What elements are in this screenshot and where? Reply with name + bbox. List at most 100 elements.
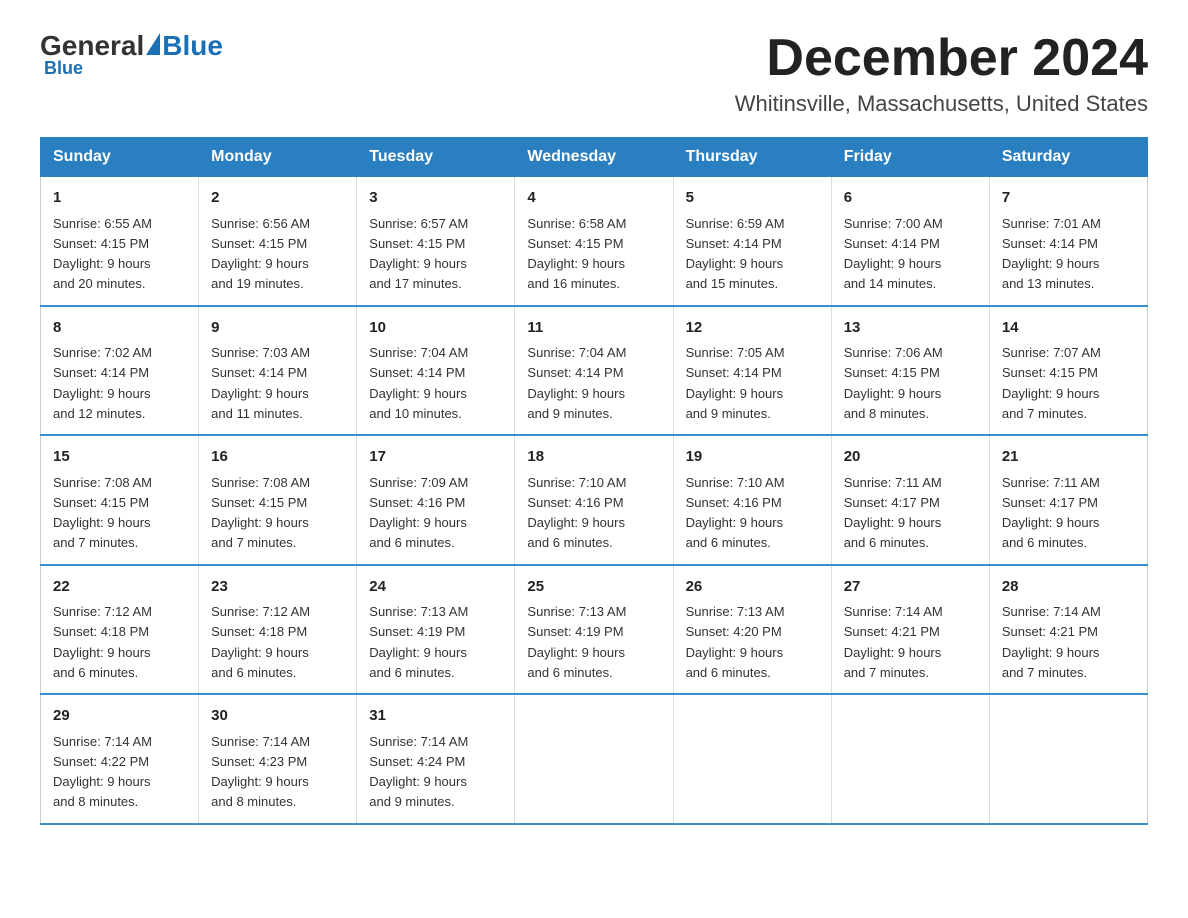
day-number: 14 (1002, 317, 1135, 340)
day-number: 1 (53, 187, 186, 210)
page-header: General Blue Blue December 2024 Whitinsv… (40, 30, 1148, 117)
table-row: 21 Sunrise: 7:11 AMSunset: 4:17 PMDaylig… (989, 435, 1147, 565)
day-number: 5 (686, 187, 819, 210)
day-info: Sunrise: 7:08 AMSunset: 4:15 PMDaylight:… (211, 475, 310, 551)
day-number: 13 (844, 317, 977, 340)
day-info: Sunrise: 6:59 AMSunset: 4:14 PMDaylight:… (686, 216, 785, 292)
logo-subtitle: Blue (44, 58, 83, 79)
day-info: Sunrise: 7:06 AMSunset: 4:15 PMDaylight:… (844, 345, 943, 421)
day-info: Sunrise: 7:11 AMSunset: 4:17 PMDaylight:… (844, 475, 942, 551)
header-sunday: Sunday (41, 138, 199, 177)
logo-triangle-icon (146, 33, 160, 55)
day-number: 16 (211, 446, 344, 469)
table-row (515, 694, 673, 824)
day-info: Sunrise: 7:04 AMSunset: 4:14 PMDaylight:… (527, 345, 626, 421)
day-info: Sunrise: 7:13 AMSunset: 4:19 PMDaylight:… (369, 604, 468, 680)
day-info: Sunrise: 7:04 AMSunset: 4:14 PMDaylight:… (369, 345, 468, 421)
day-number: 26 (686, 576, 819, 599)
header-friday: Friday (831, 138, 989, 177)
day-info: Sunrise: 7:05 AMSunset: 4:14 PMDaylight:… (686, 345, 785, 421)
table-row: 14 Sunrise: 7:07 AMSunset: 4:15 PMDaylig… (989, 306, 1147, 436)
day-number: 8 (53, 317, 186, 340)
calendar-week-1: 1 Sunrise: 6:55 AMSunset: 4:15 PMDayligh… (41, 177, 1148, 306)
day-info: Sunrise: 7:00 AMSunset: 4:14 PMDaylight:… (844, 216, 943, 292)
table-row: 3 Sunrise: 6:57 AMSunset: 4:15 PMDayligh… (357, 177, 515, 306)
logo-blue-text: Blue (162, 30, 223, 62)
table-row: 12 Sunrise: 7:05 AMSunset: 4:14 PMDaylig… (673, 306, 831, 436)
day-number: 29 (53, 705, 186, 728)
day-info: Sunrise: 7:02 AMSunset: 4:14 PMDaylight:… (53, 345, 152, 421)
day-number: 18 (527, 446, 660, 469)
day-info: Sunrise: 7:14 AMSunset: 4:24 PMDaylight:… (369, 734, 468, 810)
day-info: Sunrise: 7:14 AMSunset: 4:23 PMDaylight:… (211, 734, 310, 810)
day-number: 9 (211, 317, 344, 340)
day-number: 31 (369, 705, 502, 728)
table-row: 15 Sunrise: 7:08 AMSunset: 4:15 PMDaylig… (41, 435, 199, 565)
table-row: 26 Sunrise: 7:13 AMSunset: 4:20 PMDaylig… (673, 565, 831, 695)
day-number: 20 (844, 446, 977, 469)
table-row: 23 Sunrise: 7:12 AMSunset: 4:18 PMDaylig… (199, 565, 357, 695)
day-number: 17 (369, 446, 502, 469)
table-row: 24 Sunrise: 7:13 AMSunset: 4:19 PMDaylig… (357, 565, 515, 695)
day-number: 4 (527, 187, 660, 210)
day-number: 25 (527, 576, 660, 599)
header-saturday: Saturday (989, 138, 1147, 177)
calendar-week-3: 15 Sunrise: 7:08 AMSunset: 4:15 PMDaylig… (41, 435, 1148, 565)
month-title: December 2024 (735, 30, 1148, 87)
table-row: 16 Sunrise: 7:08 AMSunset: 4:15 PMDaylig… (199, 435, 357, 565)
location-subtitle: Whitinsville, Massachusetts, United Stat… (735, 91, 1148, 117)
calendar-table: Sunday Monday Tuesday Wednesday Thursday… (40, 137, 1148, 825)
day-number: 6 (844, 187, 977, 210)
calendar-week-5: 29 Sunrise: 7:14 AMSunset: 4:22 PMDaylig… (41, 694, 1148, 824)
table-row: 5 Sunrise: 6:59 AMSunset: 4:14 PMDayligh… (673, 177, 831, 306)
table-row (831, 694, 989, 824)
day-info: Sunrise: 7:14 AMSunset: 4:22 PMDaylight:… (53, 734, 152, 810)
header-monday: Monday (199, 138, 357, 177)
day-info: Sunrise: 6:56 AMSunset: 4:15 PMDaylight:… (211, 216, 310, 292)
day-number: 10 (369, 317, 502, 340)
day-number: 21 (1002, 446, 1135, 469)
day-number: 3 (369, 187, 502, 210)
table-row: 28 Sunrise: 7:14 AMSunset: 4:21 PMDaylig… (989, 565, 1147, 695)
table-row: 25 Sunrise: 7:13 AMSunset: 4:19 PMDaylig… (515, 565, 673, 695)
day-number: 23 (211, 576, 344, 599)
day-number: 27 (844, 576, 977, 599)
table-row: 4 Sunrise: 6:58 AMSunset: 4:15 PMDayligh… (515, 177, 673, 306)
calendar-header-row: Sunday Monday Tuesday Wednesday Thursday… (41, 138, 1148, 177)
day-number: 24 (369, 576, 502, 599)
header-wednesday: Wednesday (515, 138, 673, 177)
day-number: 19 (686, 446, 819, 469)
day-number: 12 (686, 317, 819, 340)
table-row: 6 Sunrise: 7:00 AMSunset: 4:14 PMDayligh… (831, 177, 989, 306)
day-info: Sunrise: 7:09 AMSunset: 4:16 PMDaylight:… (369, 475, 468, 551)
table-row: 11 Sunrise: 7:04 AMSunset: 4:14 PMDaylig… (515, 306, 673, 436)
calendar-week-2: 8 Sunrise: 7:02 AMSunset: 4:14 PMDayligh… (41, 306, 1148, 436)
day-number: 11 (527, 317, 660, 340)
day-number: 7 (1002, 187, 1135, 210)
day-number: 30 (211, 705, 344, 728)
table-row: 29 Sunrise: 7:14 AMSunset: 4:22 PMDaylig… (41, 694, 199, 824)
logo: General Blue Blue (40, 30, 223, 79)
table-row: 8 Sunrise: 7:02 AMSunset: 4:14 PMDayligh… (41, 306, 199, 436)
table-row: 7 Sunrise: 7:01 AMSunset: 4:14 PMDayligh… (989, 177, 1147, 306)
title-area: December 2024 Whitinsville, Massachusett… (735, 30, 1148, 117)
day-info: Sunrise: 7:07 AMSunset: 4:15 PMDaylight:… (1002, 345, 1101, 421)
table-row: 22 Sunrise: 7:12 AMSunset: 4:18 PMDaylig… (41, 565, 199, 695)
day-info: Sunrise: 7:08 AMSunset: 4:15 PMDaylight:… (53, 475, 152, 551)
table-row: 13 Sunrise: 7:06 AMSunset: 4:15 PMDaylig… (831, 306, 989, 436)
day-number: 28 (1002, 576, 1135, 599)
day-info: Sunrise: 7:13 AMSunset: 4:20 PMDaylight:… (686, 604, 785, 680)
day-info: Sunrise: 7:03 AMSunset: 4:14 PMDaylight:… (211, 345, 310, 421)
table-row: 30 Sunrise: 7:14 AMSunset: 4:23 PMDaylig… (199, 694, 357, 824)
day-number: 22 (53, 576, 186, 599)
table-row: 1 Sunrise: 6:55 AMSunset: 4:15 PMDayligh… (41, 177, 199, 306)
day-info: Sunrise: 7:13 AMSunset: 4:19 PMDaylight:… (527, 604, 626, 680)
day-info: Sunrise: 6:55 AMSunset: 4:15 PMDaylight:… (53, 216, 152, 292)
day-info: Sunrise: 7:10 AMSunset: 4:16 PMDaylight:… (527, 475, 626, 551)
day-info: Sunrise: 7:10 AMSunset: 4:16 PMDaylight:… (686, 475, 785, 551)
table-row: 2 Sunrise: 6:56 AMSunset: 4:15 PMDayligh… (199, 177, 357, 306)
table-row: 17 Sunrise: 7:09 AMSunset: 4:16 PMDaylig… (357, 435, 515, 565)
table-row: 27 Sunrise: 7:14 AMSunset: 4:21 PMDaylig… (831, 565, 989, 695)
header-tuesday: Tuesday (357, 138, 515, 177)
table-row: 18 Sunrise: 7:10 AMSunset: 4:16 PMDaylig… (515, 435, 673, 565)
